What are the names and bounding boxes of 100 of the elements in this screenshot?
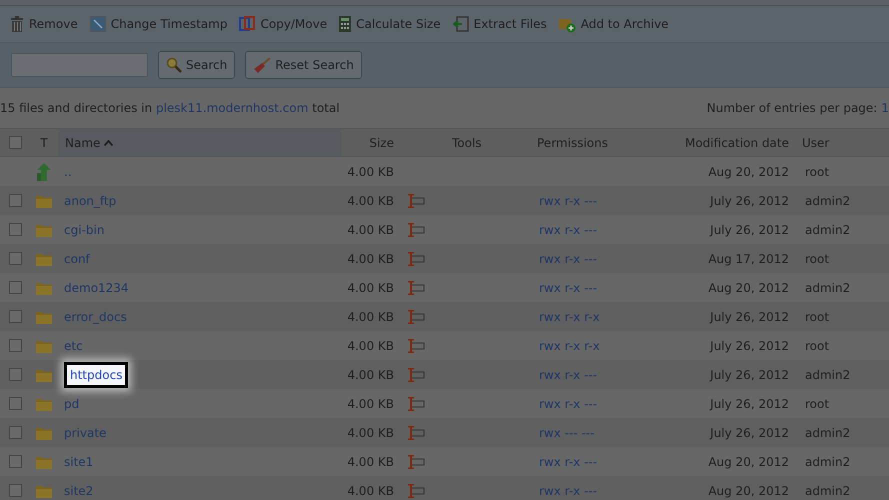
- permissions-link[interactable]: rwx r-x r-x: [539, 310, 600, 324]
- size-cell-text: 4.00 KB: [346, 396, 395, 412]
- date-cell-text: July 26, 2012: [708, 366, 790, 384]
- select-all-checkbox[interactable]: [8, 136, 22, 149]
- row-checkbox[interactable]: [8, 426, 22, 439]
- file-name-link[interactable]: ..: [64, 162, 72, 180]
- toolbar-button[interactable]: Remove: [10, 15, 78, 33]
- size-cell-text: 4.00 KB: [346, 482, 395, 500]
- folder-icon: [36, 396, 52, 410]
- tools-icon[interactable]: [408, 310, 425, 324]
- size-cell-text: 4.00 KB: [346, 366, 395, 384]
- host-link[interactable]: plesk11.modernhost.com: [156, 101, 308, 115]
- column-header[interactable]: Size: [341, 129, 400, 156]
- search-button[interactable]: Search: [158, 51, 236, 79]
- user-cell-text: root: [804, 308, 830, 326]
- permissions-link[interactable]: rwx r-x ---: [539, 368, 598, 382]
- size-cell-text: 4.00 KB: [346, 454, 395, 470]
- entries-per-page-label: Number of entries per page:: [706, 100, 878, 117]
- date-cell-text: July 26, 2012: [708, 192, 790, 210]
- permissions-link[interactable]: rwx r-x r-x: [539, 338, 600, 352]
- picture-frame-icon: [90, 16, 106, 32]
- row-checkbox[interactable]: [8, 455, 22, 468]
- toolbar-button[interactable]: Add to Archive: [558, 15, 669, 33]
- date-cell-text: July 26, 2012: [708, 338, 790, 354]
- column-header[interactable]: Permissions: [530, 129, 640, 156]
- date-cell-text: July 26, 2012: [708, 308, 790, 326]
- file-name-link[interactable]: site1: [64, 452, 94, 470]
- user-cell-text: admin2: [804, 280, 852, 296]
- tools-icon[interactable]: [408, 252, 425, 266]
- tools-icon[interactable]: [408, 426, 425, 440]
- size-cell-text: 4.00 KB: [346, 192, 395, 210]
- toolbar-button[interactable]: Extract Files: [452, 15, 547, 33]
- file-name-link[interactable]: pd: [64, 394, 80, 412]
- user-cell-text: root: [804, 338, 830, 354]
- folder-icon: [36, 222, 52, 236]
- file-name-link[interactable]: site2: [64, 482, 94, 500]
- tools-icon[interactable]: [408, 484, 425, 498]
- permissions-link[interactable]: rwx r-x ---: [539, 222, 598, 236]
- file-name-link[interactable]: anon_ftp: [64, 192, 116, 210]
- size-cell-text: 4.00 KB: [346, 164, 395, 180]
- permissions-link[interactable]: rwx r-x ---: [539, 252, 598, 266]
- tools-icon[interactable]: [408, 194, 425, 208]
- toolbar-button[interactable]: Copy/Move: [239, 15, 328, 33]
- search-button[interactable]: Reset Search: [245, 51, 362, 79]
- tools-icon[interactable]: [408, 368, 425, 382]
- row-checkbox[interactable]: [8, 397, 22, 410]
- date-cell-text: July 26, 2012: [708, 424, 790, 442]
- tools-icon[interactable]: [408, 222, 425, 236]
- file-name-link[interactable]: httpdocs: [64, 362, 128, 388]
- row-checkbox[interactable]: [8, 223, 22, 236]
- file-name-link[interactable]: private: [64, 424, 106, 442]
- toolbar-button[interactable]: Change Timestamp: [90, 15, 228, 33]
- tools-icon[interactable]: [408, 454, 425, 468]
- size-cell-text: 4.00 KB: [346, 250, 395, 268]
- permissions-link[interactable]: rwx --- ---: [539, 426, 594, 440]
- row-checkbox[interactable]: [8, 310, 22, 323]
- row-checkbox[interactable]: [8, 281, 22, 294]
- tools-icon[interactable]: [408, 338, 425, 352]
- tools-icon[interactable]: [408, 280, 425, 294]
- date-cell-text: Aug 20, 2012: [707, 164, 790, 180]
- row-checkbox[interactable]: [8, 252, 22, 265]
- file-name-link[interactable]: etc: [64, 336, 83, 354]
- date-cell-text: Aug 20, 2012: [707, 482, 790, 500]
- file-name-link[interactable]: cgi-bin: [64, 220, 104, 238]
- column-header[interactable]: Modification date: [640, 129, 795, 156]
- row-checkbox[interactable]: [8, 484, 22, 497]
- column-header[interactable]: T: [30, 129, 58, 156]
- user-cell-text: admin2: [804, 192, 852, 210]
- date-cell-text: July 26, 2012: [708, 222, 790, 238]
- column-header[interactable]: Tools: [400, 129, 530, 156]
- file-name-link[interactable]: error_docs: [64, 308, 127, 326]
- column-header[interactable]: Name: [58, 129, 341, 156]
- permissions-link[interactable]: rwx r-x ---: [539, 396, 598, 410]
- search-field[interactable]: [11, 53, 148, 77]
- user-cell-text: root: [804, 164, 830, 180]
- size-cell-text: 4.00 KB: [346, 424, 395, 442]
- folder-icon: [36, 338, 52, 352]
- size-cell-text: 4.00 KB: [346, 338, 395, 354]
- size-cell-text: 4.00 KB: [346, 308, 395, 326]
- permissions-link[interactable]: rwx r-x ---: [539, 484, 598, 498]
- file-name-link[interactable]: conf: [64, 250, 90, 268]
- folder-icon: [36, 310, 52, 324]
- toolbar-button[interactable]: Calculate Size: [339, 15, 441, 33]
- tools-icon[interactable]: [408, 396, 425, 410]
- row-checkbox[interactable]: [8, 194, 22, 207]
- permissions-link[interactable]: rwx r-x ---: [539, 194, 598, 208]
- up-arrow-icon: [36, 162, 52, 180]
- file-name-link[interactable]: demo1234: [64, 278, 129, 296]
- size-cell-text: 4.00 KB: [346, 222, 395, 238]
- trash-icon: [10, 16, 24, 32]
- user-cell-text: admin2: [804, 424, 852, 442]
- folder-icon: [36, 368, 52, 382]
- row-checkbox[interactable]: [8, 339, 22, 352]
- column-header[interactable]: User: [795, 129, 889, 156]
- permissions-link[interactable]: rwx r-x ---: [539, 454, 598, 468]
- row-checkbox[interactable]: [8, 368, 22, 381]
- permissions-link[interactable]: rwx r-x ---: [539, 280, 598, 294]
- user-cell-text: root: [804, 250, 830, 268]
- page-size-link[interactable]: 1: [881, 99, 889, 117]
- size-cell-text: 4.00 KB: [346, 280, 395, 296]
